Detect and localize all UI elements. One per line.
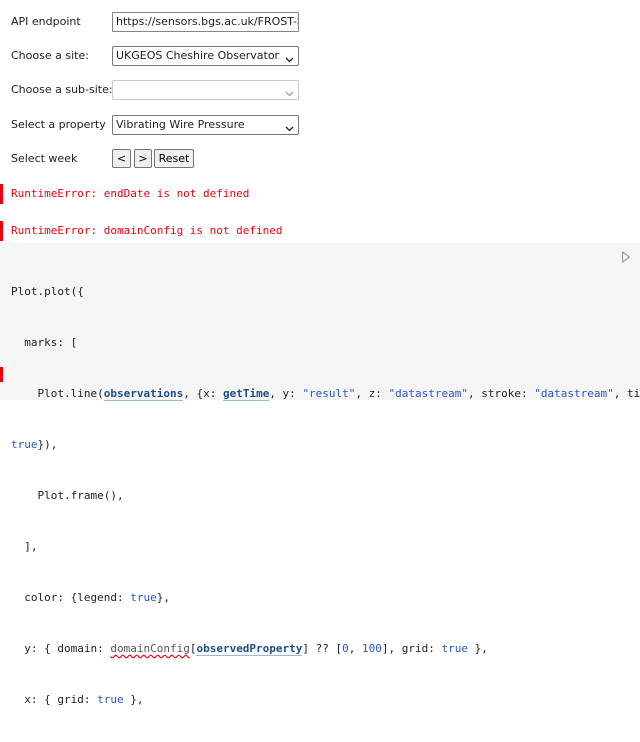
code-line: color: {legend: true}, [11,589,640,606]
code-text: y: { domain: [11,642,111,655]
boolean-literal: true [130,591,157,604]
error-indicator [0,184,3,204]
error-text: RuntimeError: domainConfig is not define… [11,224,283,237]
number-literal: 100 [362,642,382,655]
week-row: Select week < > Reset [0,149,640,171]
property-row: Select a property Vibrating Wire Pressur… [0,115,640,137]
code-text: ] ?? [ [302,642,343,655]
code-text: ], grid: [381,642,442,655]
site-select[interactable]: UKGEOS Cheshire Observatory [112,46,299,66]
subsite-select[interactable] [112,80,299,100]
code-text: }), [37,438,58,451]
api-endpoint-label: API endpoint [11,15,81,28]
next-week-button[interactable]: > [134,149,152,168]
code-text: }, [156,591,170,604]
controls-form: API endpoint https://sensors.bgs.ac.uk/F… [0,0,640,183]
property-select[interactable]: Vibrating Wire Pressure [112,115,299,135]
code-text: Plot.frame(), [11,489,124,502]
code-text: , stroke: [468,387,535,400]
code-text: marks: [ [11,336,78,349]
code-line: marks: [ [11,334,640,351]
code-line: ], [11,538,640,555]
observedproperty-reference[interactable]: observedProperty [196,642,303,656]
code-text: , y: [269,387,303,400]
code-line: y: { domain: domainConfig[observedProper… [11,640,640,657]
code-line: x: { grid: true }, [11,691,640,708]
code-line: Plot.line(observations, {x: getTime, y: … [11,385,640,402]
undefined-reference[interactable]: domainConfig [110,642,189,655]
code-text: , z: [355,387,389,400]
code-text: Plot.plot({ [11,285,84,298]
api-endpoint-row: API endpoint https://sensors.bgs.ac.uk/F… [0,12,640,34]
code-editor[interactable]: Plot.plot({ marks: [ Plot.line(observati… [11,249,640,742]
chevron-down-icon [285,52,294,63]
subsite-label: Choose a sub-site: [11,83,113,96]
error-message-domainconfig: RuntimeError: domainConfig is not define… [0,221,640,243]
code-text: , [348,642,363,655]
property-label: Select a property [11,118,106,131]
boolean-literal: true [441,642,469,655]
number-literal: 0 [342,642,349,655]
site-row: Choose a site: UKGEOS Cheshire Observato… [0,46,640,68]
previous-week-button[interactable]: < [112,149,131,168]
string-literal: "datastream" [388,387,469,400]
code-text: color: {legend: [11,591,131,604]
code-cell[interactable]: Plot.plot({ marks: [ Plot.line(observati… [0,243,640,706]
code-text: }, [468,642,488,655]
code-text: x: { grid: [11,693,98,706]
code-text: }, [123,693,144,706]
observations-reference[interactable]: observations [103,387,184,401]
code-line: Plot.frame(), [11,487,640,504]
reset-week-button[interactable]: Reset [154,149,194,168]
boolean-literal: true [97,693,124,706]
chevron-down-icon [285,86,294,97]
site-select-value: UKGEOS Cheshire Observatory [116,49,280,62]
week-label: Select week [11,152,78,165]
code-line: true}), [11,436,640,453]
chevron-down-icon [285,121,294,132]
code-text: , {x: [183,387,223,400]
error-line-marker [0,367,3,382]
code-text: ], [11,540,38,553]
property-select-value: Vibrating Wire Pressure [116,118,245,131]
api-endpoint-input[interactable]: https://sensors.bgs.ac.uk/FROST-Server [112,12,299,32]
string-literal: "datastream" [534,387,614,400]
code-text: Plot.line( [11,387,104,400]
code-line: Plot.plot({ [11,283,640,300]
subsite-row: Choose a sub-site: [0,80,640,102]
boolean-literal: true [11,438,38,451]
error-text: RuntimeError: endDate is not defined [11,187,250,200]
error-message-enddate: RuntimeError: endDate is not defined [0,184,640,206]
site-label: Choose a site: [11,49,89,62]
gettime-reference[interactable]: getTime [222,387,270,401]
string-literal: "result" [302,387,356,400]
error-indicator [0,221,3,241]
code-text: , tip: [613,387,640,400]
